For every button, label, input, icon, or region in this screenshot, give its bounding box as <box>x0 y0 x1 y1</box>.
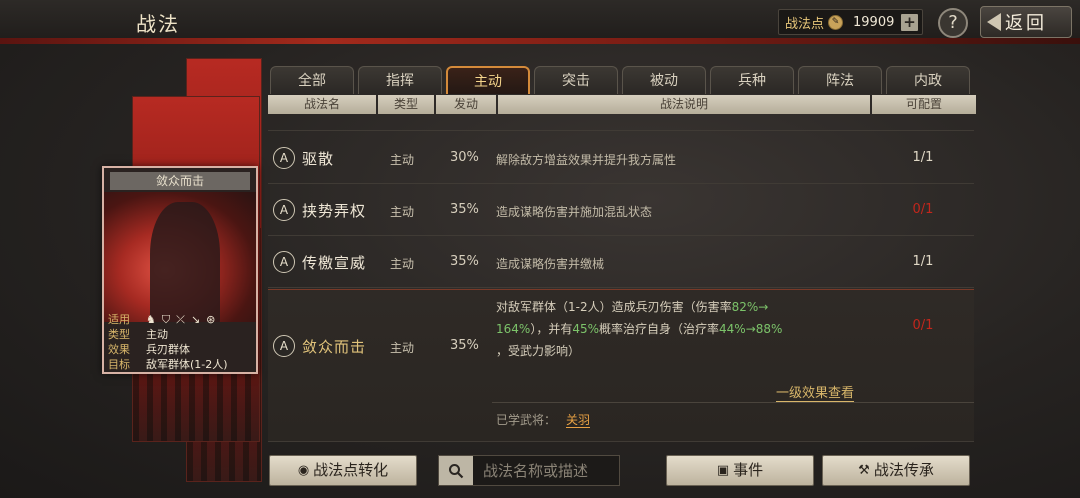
tab-command[interactable]: 指挥 <box>358 66 442 94</box>
desc-value: 45% <box>572 322 599 336</box>
search-icon[interactable] <box>439 456 473 485</box>
warrior-figure <box>150 202 220 322</box>
add-points-button[interactable]: + <box>901 14 918 31</box>
tactic-rate: 35% <box>450 202 479 217</box>
desc-value: 44% <box>719 322 746 336</box>
troop-type-icons: ♞ ⛉ ⤫ ↘ ⊛ <box>146 312 215 327</box>
flame-icon: ◉ <box>297 463 310 478</box>
tactic-rate: 35% <box>450 338 479 353</box>
learned-general-link[interactable]: 关羽 <box>566 413 591 428</box>
tab-active[interactable]: 主动 <box>446 66 530 94</box>
card-value-type: 主动 <box>146 328 168 341</box>
spear-icon: ↘ <box>190 313 201 326</box>
tactic-config-count: 0/1 <box>912 318 934 333</box>
card-title: 敛众而击 <box>110 172 250 190</box>
tactic-points-label: 战法点 <box>785 16 825 32</box>
wheel-icon: ⊛ <box>206 313 216 326</box>
column-header-config[interactable]: 可配置 <box>872 95 976 114</box>
tab-assault[interactable]: 突击 <box>534 66 618 94</box>
top-bar-accent <box>0 38 1080 44</box>
back-button[interactable]: 返回 <box>980 6 1072 38</box>
list-item-partial <box>268 116 974 131</box>
list-item[interactable]: A 传檄宣威 主动 35% 造成谋略伤害并缴械 1/1 <box>268 236 974 288</box>
divider <box>492 402 974 403</box>
grade-badge: A <box>273 335 295 357</box>
convert-points-button[interactable]: ◉ 战法点转化 <box>269 455 417 486</box>
hammer-icon: ⚒ <box>858 463 870 478</box>
tab-passive[interactable]: 被动 <box>622 66 706 94</box>
tactic-config-count: 1/1 <box>912 150 934 165</box>
inherit-tactic-button[interactable]: ⚒ 战法传承 <box>822 455 970 486</box>
tactic-type: 主动 <box>390 205 415 219</box>
tactic-rate: 35% <box>450 254 479 269</box>
column-header-desc: 战法说明 <box>498 95 870 114</box>
column-header-name[interactable]: 战法名 <box>268 95 376 114</box>
tactic-config-count: 0/1 <box>912 202 934 217</box>
card-key-target: 目标 <box>108 358 130 371</box>
help-button[interactable]: ? <box>938 8 968 38</box>
grade-badge: A <box>273 199 295 221</box>
learned-generals: 已学武将： 关羽 <box>496 411 591 428</box>
scroll-icon: ▣ <box>716 463 730 478</box>
grade-badge: A <box>273 147 295 169</box>
convert-points-label: 战法点转化 <box>313 461 389 479</box>
tactic-list[interactable]: A 驱散 主动 30% 解除敌方增益效果并提升我方属性 1/1 A 挟势弄权 主… <box>268 116 974 442</box>
tactic-points-value: 19909 <box>853 14 895 30</box>
tactic-desc: 造成谋略伤害并缴械 <box>496 257 605 271</box>
cavalry-icon: ♞ <box>146 313 156 326</box>
tactic-type: 主动 <box>390 341 415 355</box>
tab-internal[interactable]: 内政 <box>886 66 970 94</box>
card-key-apply: 适用 <box>108 313 130 326</box>
event-label: 事件 <box>733 461 764 479</box>
card-value-effect: 兵刃群体 <box>146 343 190 356</box>
tactic-config-count: 1/1 <box>912 254 934 269</box>
card-info: 适用 ♞ ⛉ ⤫ ↘ ⊛ 类型 主动 效果 兵刃群体 目标 敌军群体(1-2人) <box>108 312 256 372</box>
tactic-name: 挟势弄权 <box>302 202 367 220</box>
list-item[interactable]: A 驱散 主动 30% 解除敌方增益效果并提升我方属性 1/1 <box>268 132 974 184</box>
desc-text: 概率治疗自身（治疗率 <box>599 322 720 336</box>
search-input[interactable] <box>473 461 613 480</box>
tactic-desc: 造成谋略伤害并施加混乱状态 <box>496 205 653 219</box>
tactic-rate: 30% <box>450 150 479 165</box>
card-art <box>104 192 256 322</box>
shield-icon: ⛉ <box>161 313 171 326</box>
desc-text: ），并有 <box>530 322 573 336</box>
tab-all[interactable]: 全部 <box>270 66 354 94</box>
column-header-type[interactable]: 类型 <box>378 95 434 114</box>
list-item[interactable]: A 挟势弄权 主动 35% 造成谋略伤害并施加混乱状态 0/1 <box>268 184 974 236</box>
tactic-name: 传檄宣威 <box>302 254 367 272</box>
tactic-points-display: 战法点 ✎ 19909 + <box>778 9 923 35</box>
tactic-desc: 解除敌方增益效果并提升我方属性 <box>496 153 677 167</box>
coin-icon: ✎ <box>828 14 844 30</box>
tactic-name: 驱散 <box>302 150 335 168</box>
learned-label: 已学武将： <box>496 413 557 427</box>
card-value-target: 敌军群体(1-2人) <box>146 358 228 371</box>
level-one-effect-link[interactable]: 一级效果查看 <box>776 382 855 402</box>
grade-badge: A <box>273 251 295 273</box>
desc-value: 82%→ <box>731 300 769 314</box>
tactic-type: 主动 <box>390 153 415 167</box>
tactic-full-desc: 对敌军群体（1-2人）造成兵刃伤害（伤害率82%→ 164%），并有45%概率治… <box>496 296 866 362</box>
card-key-type: 类型 <box>108 328 130 341</box>
tactic-name: 敛众而击 <box>302 338 367 356</box>
column-header-trigger[interactable]: 发动 <box>436 95 496 114</box>
category-tabs: 全部 指挥 主动 突击 被动 兵种 阵法 内政 <box>270 66 970 94</box>
card-key-effect: 效果 <box>108 343 130 356</box>
search-box[interactable] <box>438 455 620 486</box>
bow-icon: ⤫ <box>176 313 185 326</box>
event-button[interactable]: ▣ 事件 <box>666 455 814 486</box>
desc-value: →88% <box>745 322 783 336</box>
page-title: 战法 <box>136 12 180 36</box>
back-arrow-icon <box>987 13 1001 31</box>
tactic-card[interactable]: 敛众而击 适用 ♞ ⛉ ⤫ ↘ ⊛ 类型 主动 效果 兵刃群体 目标 敌军群体(… <box>102 166 258 374</box>
desc-text: 对敌军群体（1-2人）造成兵刃伤害（伤害率 <box>496 300 732 314</box>
inherit-tactic-label: 战法传承 <box>873 461 934 479</box>
tactic-type: 主动 <box>390 257 415 271</box>
tab-troop[interactable]: 兵种 <box>710 66 794 94</box>
tab-formation[interactable]: 阵法 <box>798 66 882 94</box>
list-item-expanded[interactable]: A 敛众而击 主动 35% 对敌军群体（1-2人）造成兵刃伤害（伤害率82%→ … <box>268 289 974 442</box>
back-button-label: 返回 <box>1005 13 1047 34</box>
desc-value: 164% <box>496 322 531 336</box>
desc-text: ，受武力影响） <box>496 344 581 358</box>
